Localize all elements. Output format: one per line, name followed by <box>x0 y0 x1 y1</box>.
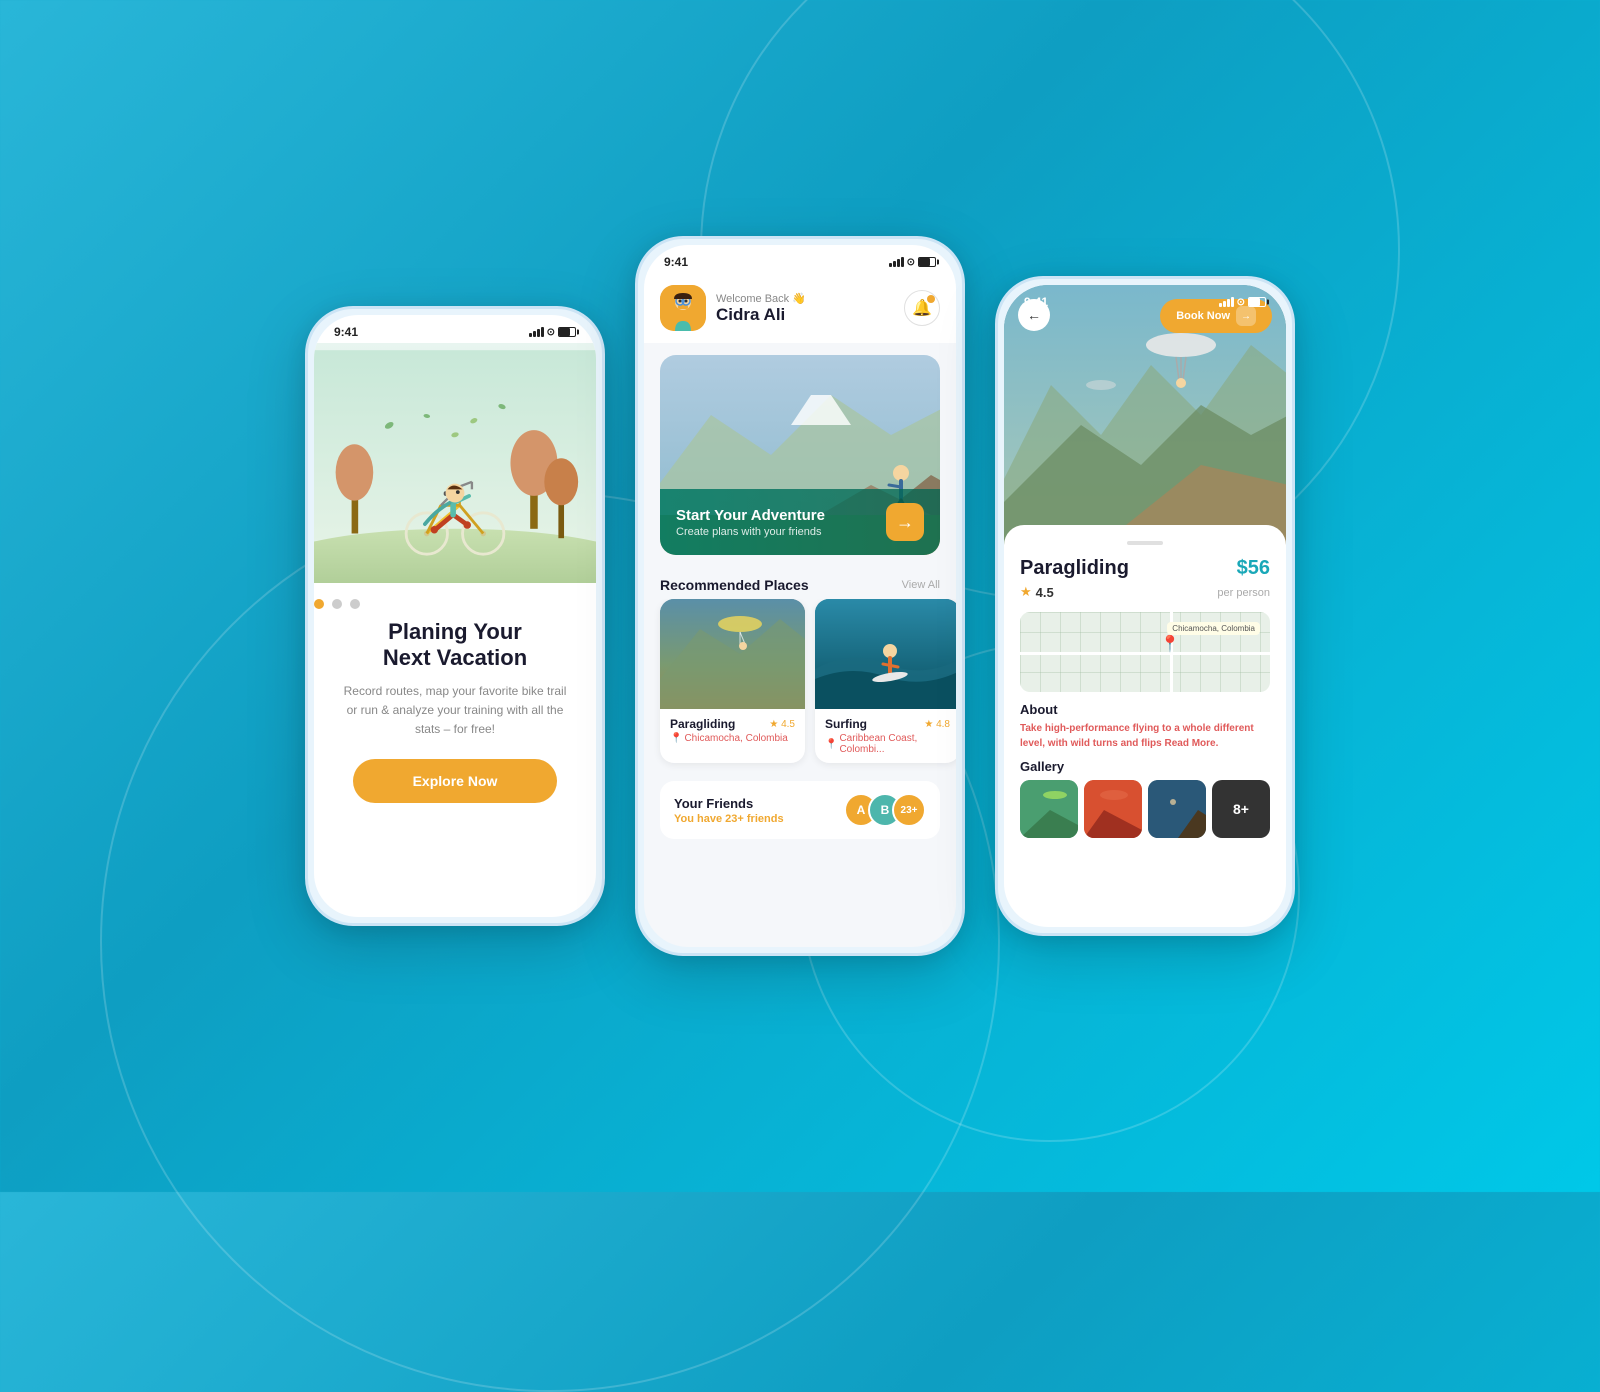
user-info: Welcome Back 👋 Cidra Ali <box>716 292 806 325</box>
friends-label: Your Friends <box>674 796 784 811</box>
wifi-icon-1: ⊙ <box>547 327 555 338</box>
friends-count-badge: 23+ <box>892 793 926 827</box>
friends-section: Your Friends You have 23+ friends A B 23… <box>660 781 940 839</box>
rating-value: 4.5 <box>1036 585 1054 600</box>
status-bar-2: 9:41 ⊙ <box>644 245 956 273</box>
places-row: Paragliding ★ 4.5 📍Chicamocha, Colombia <box>644 599 956 773</box>
about-title: About <box>1020 702 1270 717</box>
onboarding-illustration <box>314 343 596 583</box>
onboarding-title: Planing Your Next Vacation <box>338 619 572 672</box>
map-road-horizontal <box>1020 652 1270 655</box>
about-section: About Take high-performance flying to a … <box>1020 702 1270 751</box>
paragliding-image <box>660 599 805 709</box>
status-icons-3: ⊙ <box>1219 297 1266 308</box>
recommended-label: Recommended Places <box>660 577 809 593</box>
time-2: 9:41 <box>664 255 688 269</box>
signal-icon-2 <box>889 257 904 267</box>
paragliding-info: Paragliding ★ 4.5 📍Chicamocha, Colombia <box>660 709 805 752</box>
wifi-icon-2: ⊙ <box>907 257 915 268</box>
recommended-section-header: Recommended Places View All <box>644 567 956 599</box>
battery-icon-2 <box>918 257 936 267</box>
hero-adventure-card[interactable]: Start Your Adventure Create plans with y… <box>660 355 940 555</box>
onboarding-text: Planing Your Next Vacation Record routes… <box>314 619 596 823</box>
phone-home: 9:41 ⊙ <box>635 236 965 956</box>
detail-activity-title: Paragliding <box>1020 557 1129 580</box>
friends-subtitle: You have 23+ friends <box>674 813 784 825</box>
hero-subtitle: Create plans with your friends <box>676 526 825 538</box>
gallery-section: Gallery <box>1020 759 1270 838</box>
time-1: 9:41 <box>334 325 358 339</box>
battery-icon-3 <box>1248 297 1266 307</box>
paragliding-location: 📍Chicamocha, Colombia <box>670 733 795 744</box>
gallery-more-count[interactable]: 8+ <box>1212 780 1270 838</box>
user-name: Cidra Ali <box>716 305 806 325</box>
hero-arrow-btn[interactable]: → <box>886 503 924 541</box>
user-avatar <box>660 285 706 331</box>
detail-price: $56 <box>1237 557 1270 580</box>
surfing-rating: ★ 4.8 <box>924 719 950 730</box>
status-icons-2: ⊙ <box>889 257 936 268</box>
map-container: 📍 Chicamocha, Colombia <box>1020 612 1270 692</box>
detail-hero-image: ← Book Now → <box>1004 285 1286 545</box>
detail-title-row: Paragliding $56 <box>1020 557 1270 580</box>
star-icon: ★ <box>1020 584 1032 600</box>
wifi-icon-3: ⊙ <box>1237 297 1245 308</box>
surfing-info: Surfing ★ 4.8 📍Caribbean Coast, Colombi.… <box>815 709 956 763</box>
phone-detail: 9:41 ⊙ <box>995 276 1295 936</box>
user-profile: Welcome Back 👋 Cidra Ali <box>660 285 806 331</box>
dot-3 <box>350 599 360 609</box>
hero-title: Start Your Adventure <box>676 507 825 524</box>
explore-now-button[interactable]: Explore Now <box>353 759 558 803</box>
paragliding-name: Paragliding <box>670 717 735 731</box>
signal-icon-1 <box>529 327 544 337</box>
home-header: Welcome Back 👋 Cidra Ali 🔔 <box>644 273 956 343</box>
phones-container: 9:41 ⊙ <box>305 236 1295 956</box>
place-card-paragliding[interactable]: Paragliding ★ 4.5 📍Chicamocha, Colombia <box>660 599 805 763</box>
map-pin: 📍 <box>1160 634 1180 654</box>
gallery-thumb-2[interactable] <box>1084 780 1142 838</box>
per-person-label: per person <box>1217 587 1270 599</box>
notification-dot <box>927 295 935 303</box>
detail-rating: ★ 4.5 <box>1020 584 1054 600</box>
welcome-text: Welcome Back 👋 <box>716 292 806 305</box>
signal-icon-3 <box>1219 297 1234 307</box>
hero-text: Start Your Adventure Create plans with y… <box>676 507 825 538</box>
handle <box>1127 541 1163 545</box>
detail-card: Paragliding $56 ★ 4.5 per person 📍 <box>1004 525 1286 862</box>
hero-overlay: Start Your Adventure Create plans with y… <box>660 489 940 555</box>
surfing-name: Surfing <box>825 717 867 731</box>
gallery-thumb-1[interactable] <box>1020 780 1078 838</box>
friends-avatars: A B 23+ <box>854 793 926 827</box>
gallery-row: 8+ <box>1020 780 1270 838</box>
surfing-image <box>815 599 956 709</box>
view-all-link[interactable]: View All <box>902 579 940 591</box>
gallery-title: Gallery <box>1020 759 1270 774</box>
onboarding-desc: Record routes, map your favorite bike tr… <box>338 682 572 740</box>
onboarding-dots <box>314 599 596 609</box>
status-icons-1: ⊙ <box>529 327 576 338</box>
battery-icon-1 <box>558 327 576 337</box>
gallery-thumb-3[interactable] <box>1148 780 1206 838</box>
status-bar-1: 9:41 ⊙ <box>314 315 596 343</box>
surfing-location: 📍Caribbean Coast, Colombi... <box>825 733 950 755</box>
place-card-surfing[interactable]: Surfing ★ 4.8 📍Caribbean Coast, Colombi.… <box>815 599 956 763</box>
dot-1 <box>314 599 324 609</box>
paragliding-rating: ★ 4.5 <box>769 719 795 730</box>
about-text: Take high-performance flying to a whole … <box>1020 721 1270 751</box>
friends-info: Your Friends You have 23+ friends <box>674 796 784 825</box>
time-3: 9:41 <box>1024 295 1048 309</box>
status-bar-3: 9:41 ⊙ <box>1004 285 1286 313</box>
dot-2 <box>332 599 342 609</box>
phone-onboarding: 9:41 ⊙ <box>305 306 605 926</box>
notification-bell[interactable]: 🔔 <box>904 290 940 326</box>
read-more-link[interactable]: Read More. <box>1164 738 1218 749</box>
map-location-label: Chicamocha, Colombia <box>1167 622 1260 635</box>
